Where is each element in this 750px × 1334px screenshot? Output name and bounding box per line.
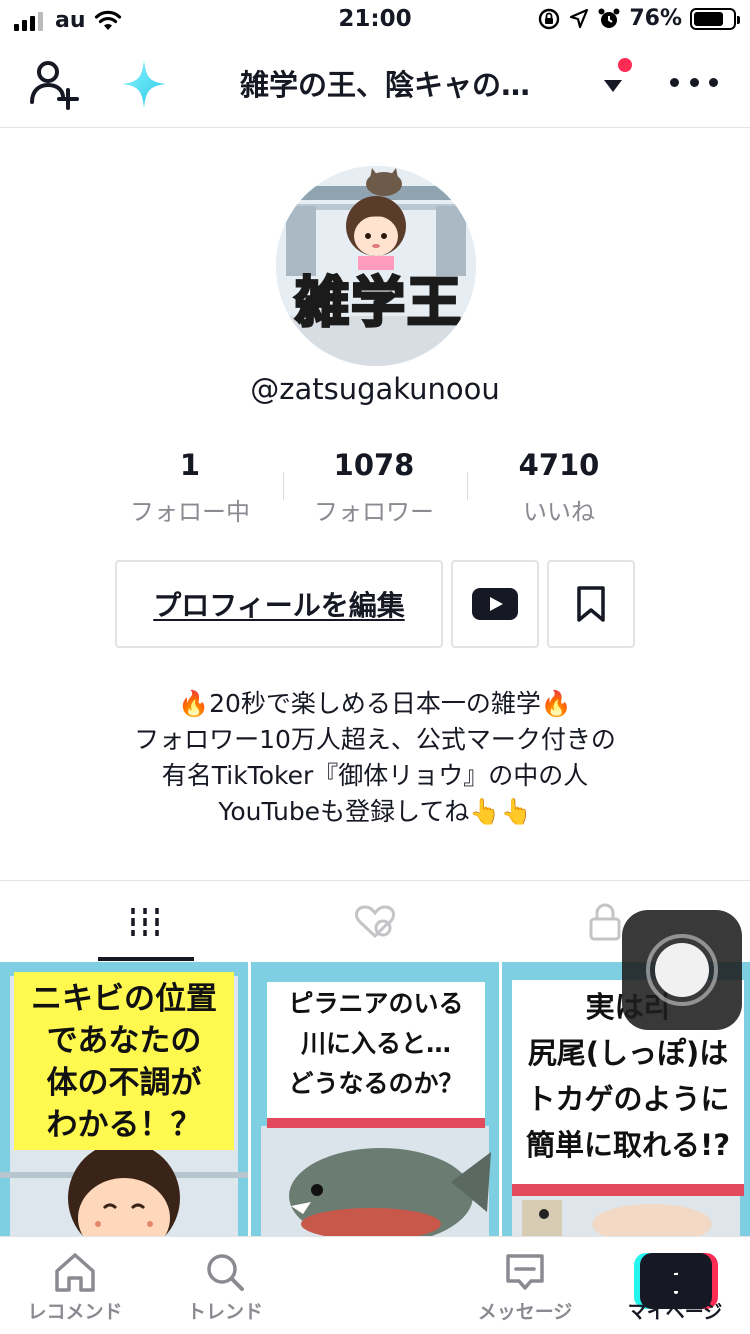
profile-icon [657,1253,693,1291]
nav-messages[interactable]: メッセージ [450,1237,600,1334]
bottom-navigation: レコメンド トレンド メッセージ マイページ [0,1236,750,1334]
avatar-logo-text: 雑学王 [294,270,463,336]
battery-percent: 76% [629,6,682,31]
bookmark-icon [577,586,605,622]
nav-label: メッセージ [477,1301,573,1323]
add-friend-icon[interactable] [28,58,84,110]
more-options-icon[interactable] [670,70,718,94]
youtube-button[interactable] [451,560,539,648]
battery-icon [690,7,740,30]
status-bar: au 21:00 76% [0,0,750,40]
nav-create[interactable] [300,1237,718,1334]
username: @zatsugakunoou [250,372,500,406]
sparkle-icon[interactable] [120,58,168,110]
likes-stat[interactable]: 4710 いいね [469,448,649,527]
bio-line: フォロワー10万人超え、公式マーク付きの [134,725,616,754]
assistive-touch-button[interactable] [622,910,742,1030]
bio-line: 🔥20秒で楽しめる日本一の雑学🔥 [177,689,573,718]
nav-my-page[interactable]: マイページ [600,1237,750,1334]
notification-dot [618,58,632,72]
video-caption: ピラニアのいる 川に入ると… どうなるのか？ [288,989,464,1098]
followers-count: 1078 [333,448,415,482]
followers-label: フォロワー [314,498,434,526]
nav-trend[interactable]: トレンド [150,1237,300,1334]
location-icon [570,8,589,28]
video-thumbnail[interactable]: ニキビの位置 であなたの 体の不調が わかる！？ [0,962,248,1236]
tab-videos[interactable] [20,881,270,963]
grid-icon [131,908,159,936]
likes-count: 4710 [518,448,600,482]
message-icon [506,1254,544,1290]
page-title: 雑学の王、陰キャの… [239,68,530,102]
lock-icon [589,903,621,941]
nav-label: レコメンド [27,1301,123,1323]
home-icon [55,1253,95,1292]
bio-line: 有名TikToker『御体リョウ』の中の人 [161,761,589,790]
youtube-icon [472,588,518,620]
stat-divider [467,472,468,500]
assistive-touch-icon [646,934,718,1006]
chevron-down-icon[interactable] [596,70,630,100]
following-count: 1 [179,448,201,482]
rotation-lock-icon [539,8,560,29]
video-thumbnail[interactable]: ピラニアのいる 川に入ると… どうなるのか？ [251,962,499,1236]
profile-header: 雑学の王、陰キャの… [0,40,750,128]
nav-label: マイページ [627,1301,723,1323]
hidden-heart-icon [355,905,395,939]
following-stat[interactable]: 1 フォロー中 [100,448,280,527]
bookmark-button[interactable] [547,560,635,648]
profile-bio: 🔥20秒で楽しめる日本一の雑学🔥 フォロワー10万人超え、公式マーク付きの 有名… [0,686,750,830]
video-caption: ニキビの位置 であなたの 体の不調が わかる！？ [31,981,217,1143]
alarm-icon [598,8,620,28]
tab-indicator [98,957,194,961]
edit-profile-button[interactable]: プロフィールを編集 [115,560,443,648]
avatar[interactable]: 雑学王 [276,166,476,366]
tab-liked[interactable] [250,881,500,963]
likes-label: いいね [523,498,595,526]
search-icon [207,1254,244,1291]
bio-line: YouTubeも登録してね👆👆 [218,797,532,826]
followers-stat[interactable]: 1078 フォロワー [284,448,464,527]
following-label: フォロー中 [130,498,250,526]
nav-label: トレンド [186,1301,263,1323]
profile-stats: 1 フォロー中 1078 フォロワー 4710 いいね [100,448,660,528]
nav-recommend[interactable]: レコメンド [0,1237,150,1334]
